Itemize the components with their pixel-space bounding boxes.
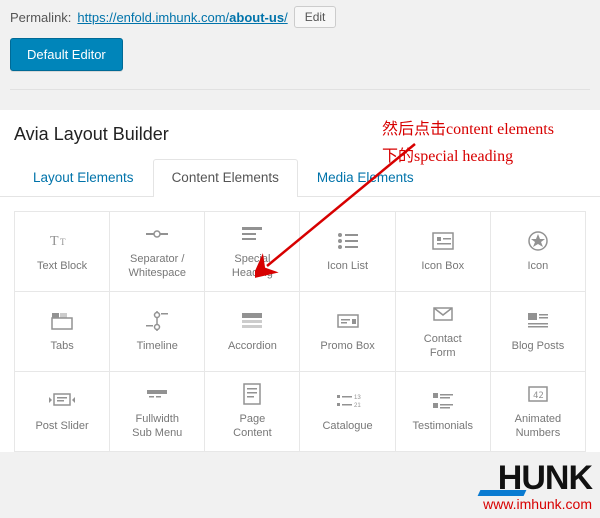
element-submenu[interactable]: Fullwidth Sub Menu	[110, 372, 205, 452]
heading-icon	[239, 223, 265, 245]
element-label: Catalogue	[322, 420, 372, 433]
element-label: Fullwidth Sub Menu	[132, 413, 182, 439]
element-label: Promo Box	[320, 340, 374, 353]
element-accordion[interactable]: Accordion	[205, 292, 300, 372]
tab-content-elements[interactable]: Content Elements	[153, 159, 298, 197]
element-heading[interactable]: Special Heading	[205, 212, 300, 292]
element-label: Icon Box	[421, 260, 464, 273]
svg-text:T: T	[60, 237, 66, 247]
iconlist-icon	[335, 230, 361, 252]
element-blog[interactable]: Blog Posts	[491, 292, 586, 372]
separator-icon	[144, 223, 170, 245]
tab-media-elements[interactable]: Media Elements	[298, 159, 433, 197]
elements-grid: TT Text Block Separator / Whitespace Specia…	[14, 211, 586, 452]
numbers-icon: 42	[525, 383, 551, 405]
svg-text:21$: 21$	[354, 403, 361, 409]
element-label: Icon List	[327, 260, 368, 273]
element-label: Icon	[528, 260, 549, 273]
postslider-icon	[49, 390, 75, 412]
accordion-icon	[239, 310, 265, 332]
element-pagecontent[interactable]: Page Content	[205, 372, 300, 452]
permalink-row: Permalink: https://enfold.imhunk.com/abo…	[0, 0, 600, 38]
element-postslider[interactable]: Post Slider	[15, 372, 110, 452]
element-testimonials[interactable]: Testimonials	[396, 372, 491, 452]
promo-icon	[335, 310, 361, 332]
element-catalogue[interactable]: 13$21$Catalogue	[300, 372, 395, 452]
submenu-icon	[144, 383, 170, 405]
iconbox-icon	[430, 230, 456, 252]
element-label: Testimonials	[412, 420, 473, 433]
element-label: Text Block	[37, 260, 87, 273]
builder-tabs: Layout ElementsContent ElementsMedia Ele…	[0, 159, 600, 197]
panel-title: Avia Layout Builder	[0, 120, 600, 159]
testimonials-icon	[430, 390, 456, 412]
element-separator[interactable]: Separator / Whitespace	[110, 212, 205, 292]
permalink-slug: about-us	[229, 10, 284, 25]
element-label: Contact Form	[424, 333, 462, 359]
element-iconlist[interactable]: Icon List	[300, 212, 395, 292]
element-label: Separator / Whitespace	[129, 253, 186, 279]
element-numbers[interactable]: 42 Animated Numbers	[491, 372, 586, 452]
avia-layout-builder-panel: Avia Layout Builder Layout ElementsConte…	[0, 110, 600, 452]
svg-text:42: 42	[533, 391, 544, 401]
element-label: Page Content	[233, 413, 272, 439]
permalink-trail: /	[284, 10, 288, 25]
element-iconbox[interactable]: Icon Box	[396, 212, 491, 292]
element-icon[interactable]: Icon	[491, 212, 586, 292]
svg-text:13$: 13$	[354, 395, 361, 401]
element-label: Animated Numbers	[515, 413, 561, 439]
edit-permalink-button[interactable]: Edit	[294, 6, 337, 28]
divider	[10, 89, 590, 90]
element-promo[interactable]: Promo Box	[300, 292, 395, 372]
blog-icon	[525, 310, 551, 332]
default-editor-button[interactable]: Default Editor	[10, 38, 123, 71]
permalink-label: Permalink:	[10, 10, 71, 25]
permalink-link[interactable]: https://enfold.imhunk.com/about-us/	[77, 10, 287, 25]
watermark-brand: HUNK	[483, 463, 592, 494]
catalogue-icon: 13$21$	[335, 390, 361, 412]
permalink-base: https://enfold.imhunk.com/	[77, 10, 229, 25]
element-label: Post Slider	[35, 420, 88, 433]
icon-icon	[525, 230, 551, 252]
text-icon: TT	[49, 230, 75, 252]
svg-text:T: T	[50, 234, 59, 249]
timeline-icon	[144, 310, 170, 332]
element-label: Blog Posts	[512, 340, 565, 353]
element-tabs[interactable]: Tabs	[15, 292, 110, 372]
watermark-url: www.imhunk.com	[483, 496, 592, 512]
watermark: HUNK www.imhunk.com	[483, 463, 592, 512]
element-label: Accordion	[228, 340, 277, 353]
element-label: Tabs	[50, 340, 73, 353]
element-label: Timeline	[137, 340, 178, 353]
element-contact[interactable]: Contact Form	[396, 292, 491, 372]
element-text[interactable]: TT Text Block	[15, 212, 110, 292]
tabs-icon	[49, 310, 75, 332]
tab-layout-elements[interactable]: Layout Elements	[14, 159, 153, 197]
pagecontent-icon	[239, 383, 265, 405]
contact-icon	[430, 303, 456, 325]
element-label: Special Heading	[232, 253, 273, 279]
element-timeline[interactable]: Timeline	[110, 292, 205, 372]
